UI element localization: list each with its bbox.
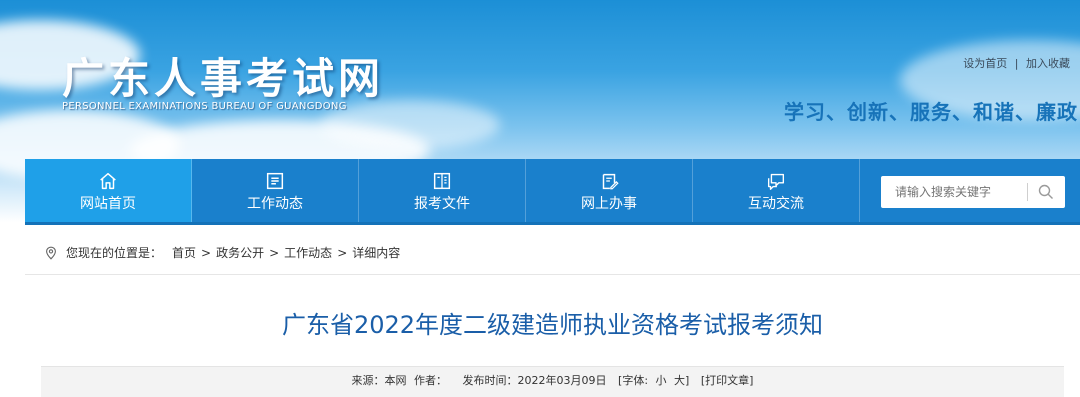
site-logo-subtitle: PERSONNEL EXAMINATIONS BUREAU OF GUANGDO…	[62, 101, 347, 112]
site-logo-title: 广东人事考试网	[62, 54, 385, 103]
cloud-decoration	[320, 100, 500, 150]
breadcrumb: 您现在的位置是： 首页 > 政务公开 > 工作动态 > 详细内容	[44, 244, 400, 261]
location-pin-icon	[46, 246, 56, 260]
nav-item-label: 工作动态	[247, 195, 303, 212]
breadcrumb-current: 详细内容	[352, 246, 401, 260]
print-article-button[interactable]: [打印文章]	[701, 374, 754, 387]
book-icon	[433, 172, 451, 189]
nav-item-online-service[interactable]: 网上办事	[526, 159, 693, 222]
breadcrumb-separator: >	[201, 245, 212, 260]
article-date: 发布时间：2022年03月09日	[462, 374, 607, 387]
article-container: 您现在的位置是： 首页 > 政务公开 > 工作动态 > 详细内容 广东省2022…	[25, 225, 1080, 397]
breadcrumb-divider	[25, 274, 1080, 275]
article-source: 来源：本网	[351, 374, 407, 387]
nav-item-news[interactable]: 工作动态	[192, 159, 359, 222]
nav-item-label: 互动交流	[748, 195, 804, 212]
news-icon	[266, 172, 284, 189]
breadcrumb-home[interactable]: 首页	[172, 244, 196, 261]
main-navigation: 网站首页 工作动态 报考文件 网上办事 互动交流	[25, 159, 1080, 225]
set-homepage-link[interactable]: 设为首页	[963, 57, 1007, 70]
breadcrumb-separator: >	[337, 245, 348, 260]
breadcrumb-separator: >	[269, 245, 280, 260]
breadcrumb-prefix: 您现在的位置是：	[66, 246, 163, 260]
nav-item-label: 网上办事	[581, 195, 637, 212]
search-input[interactable]	[881, 177, 1027, 207]
font-small-button[interactable]: 小	[656, 374, 667, 387]
online-service-icon	[602, 173, 619, 189]
search-box	[881, 176, 1065, 208]
nav-item-label: 报考文件	[414, 195, 470, 212]
font-large-button[interactable]: 大]	[674, 374, 689, 387]
home-icon	[100, 172, 116, 189]
breadcrumb-work-news[interactable]: 工作动态	[284, 244, 332, 261]
nav-item-documents[interactable]: 报考文件	[359, 159, 526, 222]
article-title: 广东省2022年度二级建造师执业资格考试报考须知	[281, 311, 824, 339]
search-icon	[1038, 184, 1053, 199]
nav-item-label: 网站首页	[80, 195, 136, 212]
font-size-label: [字体:	[618, 374, 649, 387]
chat-icon	[767, 173, 785, 190]
top-links-separator: |	[1014, 57, 1019, 70]
nav-item-home[interactable]: 网站首页	[25, 159, 192, 222]
top-links: 设为首页 | 加入收藏	[961, 55, 1072, 71]
site-slogan: 学习、创新、服务、和谐、廉政	[784, 100, 1078, 124]
article-meta-bar: 来源：本网 作者： 发布时间：2022年03月09日 [字体: 小 大] [打印…	[41, 366, 1064, 397]
search-button[interactable]	[1028, 177, 1064, 207]
breadcrumb-government-affairs[interactable]: 政务公开	[216, 244, 264, 261]
nav-item-interaction[interactable]: 互动交流	[693, 159, 860, 222]
article-author: 作者：	[414, 374, 448, 387]
add-favorite-link[interactable]: 加入收藏	[1026, 57, 1070, 70]
